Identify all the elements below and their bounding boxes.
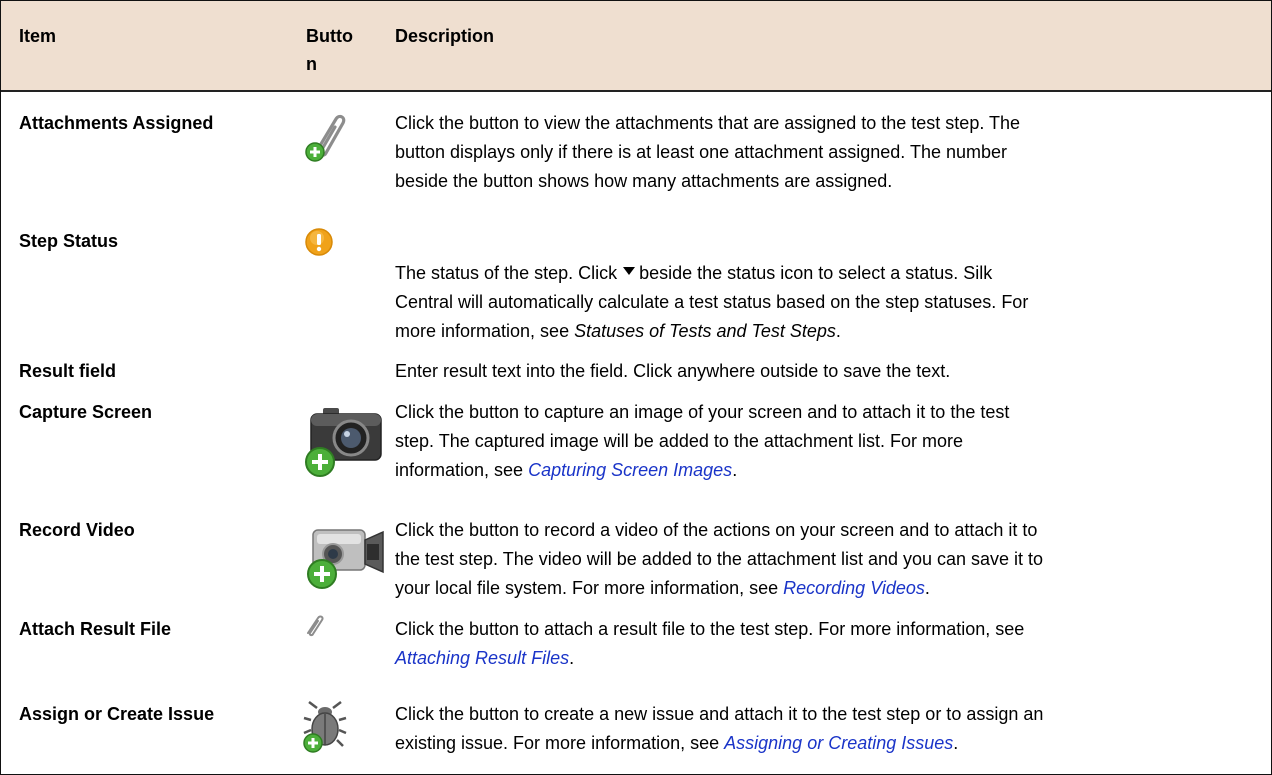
header-item: Item — [19, 26, 57, 46]
row-description-line: Click the button to create a new issue a… — [395, 704, 1044, 724]
row-description-line: Click the button to view the attachments… — [395, 113, 1021, 133]
row-description-line: your local file system. For more informa… — [395, 575, 1255, 601]
row-description-line: the test step. The video will be added t… — [395, 549, 1044, 569]
dropdown-arrow-icon — [623, 267, 636, 276]
row-description-line: Enter result text into the field. Click … — [395, 361, 951, 381]
paperclip-add-icon[interactable] — [304, 109, 350, 168]
row-item-label: Step Status — [19, 231, 119, 251]
row-item-label: Attach Result File — [19, 619, 172, 639]
row-description-line: Central will automatically calculate a t… — [395, 292, 1029, 312]
row-description-line: more information, see Statuses of Tests … — [395, 318, 1255, 344]
header-button-line2: n — [306, 54, 317, 74]
text-part: existing issue. For more information, se… — [395, 733, 725, 753]
recording-videos-link[interactable]: Recording Videos — [783, 578, 925, 598]
capturing-screen-images-link[interactable]: Capturing Screen Images — [528, 460, 732, 480]
row-item-label: Capture Screen — [19, 402, 153, 422]
reference-table: Item Butto n Description Attachments Ass… — [0, 0, 1272, 775]
paperclip-icon[interactable] — [304, 614, 326, 643]
table-header: Item Butto n Description — [1, 1, 1271, 92]
text-part: . — [953, 733, 959, 753]
warning-status-icon[interactable] — [304, 227, 334, 262]
text-part: your local file system. For more informa… — [395, 578, 784, 598]
row-item-label: Attachments Assigned — [19, 113, 214, 133]
status-text-part: . — [835, 321, 841, 341]
row-description-line: Attaching Result Files. — [395, 645, 1255, 671]
status-text-part: The status of the step. Click — [395, 263, 618, 283]
cross-reference: Statuses of Tests and Test Steps — [574, 321, 836, 341]
text-part: . — [732, 460, 738, 480]
row-description-line: step. The captured image will be added t… — [395, 431, 963, 451]
text-part: information, see — [395, 460, 529, 480]
text-part: . — [924, 578, 930, 598]
row-description-line: Click the button to record a video of th… — [395, 520, 1038, 540]
row-description-line: existing issue. For more information, se… — [395, 730, 1255, 756]
row-description-line: button displays only if there is at leas… — [395, 142, 1008, 162]
header-button-line1: Butto — [306, 26, 353, 46]
row-item-label: Record Video — [19, 520, 135, 540]
video-camera-add-icon[interactable] — [303, 514, 387, 597]
bug-add-icon[interactable] — [303, 698, 347, 759]
row-description-line: Click the button to capture an image of … — [395, 402, 1010, 422]
row-description-line: Click the button to attach a result file… — [395, 619, 1025, 639]
attaching-result-files-link[interactable]: Attaching Result Files — [395, 648, 569, 668]
header-description: Description — [395, 26, 495, 46]
camera-add-icon[interactable] — [301, 402, 385, 485]
assigning-or-creating-issues-link[interactable]: Assigning or Creating Issues — [724, 733, 953, 753]
row-description-line: The status of the step. Click beside the … — [395, 260, 1255, 286]
text-part: . — [569, 648, 575, 668]
row-description-line: information, see Capturing Screen Images… — [395, 457, 1255, 483]
row-item-label: Assign or Create Issue — [19, 704, 215, 724]
status-text-part: beside the status icon to select a statu… — [639, 263, 993, 283]
row-description-line: beside the button shows how many attachm… — [395, 171, 893, 191]
row-item-label: Result field — [19, 361, 117, 381]
status-text-part: more information, see — [395, 321, 575, 341]
